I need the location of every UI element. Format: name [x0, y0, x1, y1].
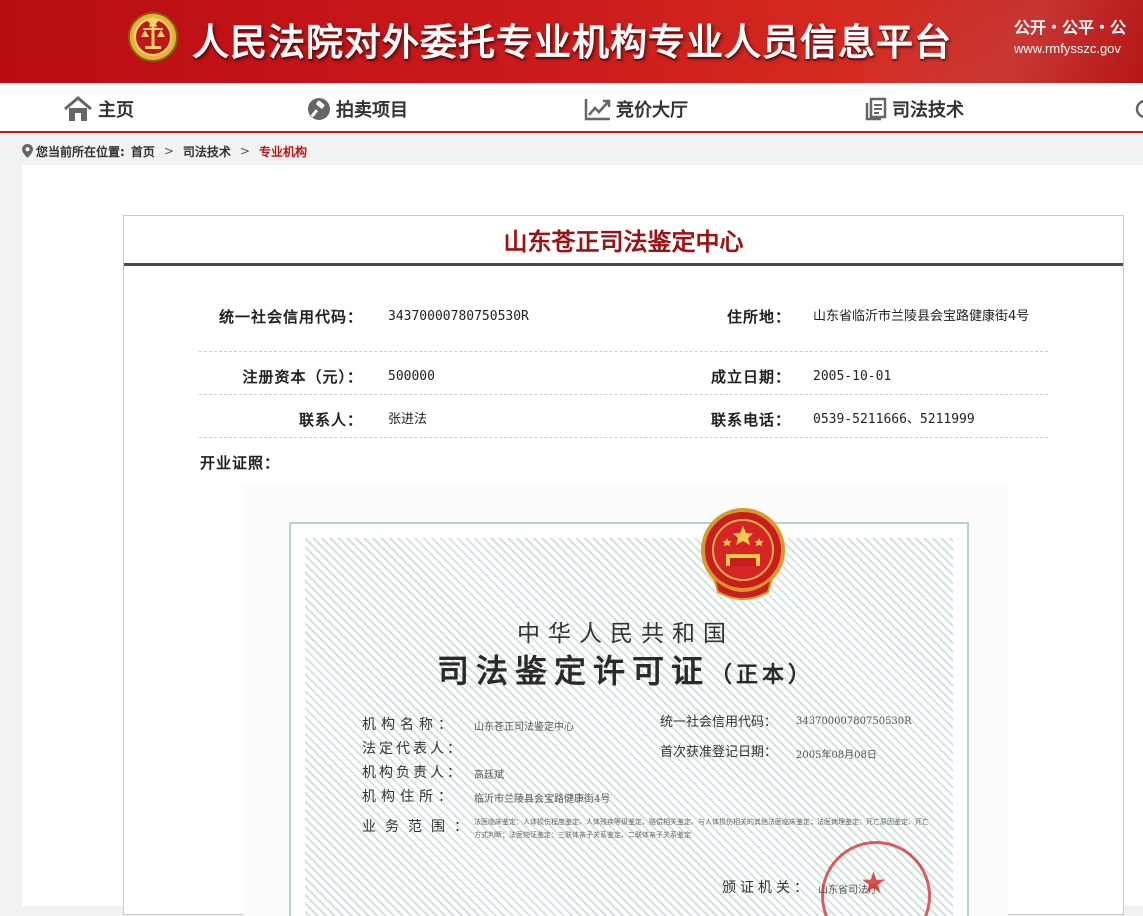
stamp-star-icon: ★ [860, 866, 887, 901]
site-title: 人民法院对外委托专业机构专业人员信息平台 [192, 21, 952, 64]
cert-credit-label: 统一社会信用代码： [660, 715, 778, 730]
nav-label-home: 主页 [98, 100, 134, 121]
breadcrumb-separator: > [239, 144, 250, 158]
site-slogan: 公开・公平・公 [1014, 18, 1127, 37]
certificate-title: 司法鉴定许可证（正本） [243, 646, 1008, 692]
institution-card: 山东苍正司法鉴定中心 统一社会信用代码： 34370000780750530R … [123, 215, 1124, 916]
contact-label: 联系人： [298, 411, 363, 429]
cert-issuer-label: 颁证机关： [722, 880, 812, 896]
breadcrumb-home-link[interactable]: 首页 [131, 143, 155, 160]
capital-label: 注册资本（元）： [242, 368, 363, 386]
cert-org-name-value: 山东苍正司法鉴定中心 [474, 722, 574, 733]
license-certificate-image: 中华人民共和国 司法鉴定许可证（正本） 机构名称： 山东苍正司法鉴定中心 法定代… [243, 486, 1008, 916]
breadcrumb-judicial-tech-link[interactable]: 司法技术 [183, 143, 231, 160]
court-emblem-icon [128, 12, 178, 62]
cert-scope-value: 法医临床鉴定：人体损伤程度鉴定、人体残疾等级鉴定、赔偿相关鉴定、与人体损伤相关的… [474, 818, 929, 839]
nav-label-bidding: 竞价大厅 [616, 100, 688, 121]
capital-value: 500000 [388, 369, 435, 384]
info-row-1: 统一社会信用代码： 34370000780750530R 住所地： 山东省临沂市… [199, 302, 1048, 352]
cert-legal-rep-label: 法定代表人： [362, 741, 464, 757]
founded-value: 2005-10-01 [813, 369, 892, 384]
breadcrumb-current: 专业机构 [258, 144, 307, 159]
cert-scope-label: 业务范围： [362, 819, 477, 835]
nav-item-bidding[interactable]: 竞价大厅 [584, 95, 688, 123]
credit-code-label: 统一社会信用代码： [218, 308, 363, 326]
founded-label: 成立日期： [710, 368, 791, 386]
breadcrumb-separator: > [163, 144, 174, 158]
cert-credit-value: 34370000780750530R [796, 716, 912, 727]
trend-chart-icon [584, 99, 611, 121]
info-row-3: 联系人： 张进法 联系电话： 0539-5211666、5211999 [199, 395, 1048, 438]
cert-address-label: 机构住所： [362, 789, 457, 805]
cert-org-name-label: 机构名称： [362, 717, 457, 733]
main-nav: 主页 拍卖项目 竞价大厅 司法技术 [0, 83, 1143, 133]
address-label: 住所地： [726, 308, 791, 326]
cert-head-value: 高廷斌 [474, 770, 504, 781]
cert-first-reg-label: 首次获准登记日期： [660, 745, 778, 760]
cert-first-reg-value: 2005年08月08日 [796, 750, 877, 761]
site-header: 人民法院对外委托专业机构专业人员信息平台 公开・公平・公 www.rmfyssz… [0, 0, 1143, 83]
breadcrumb: 您当前所在位置: 首页 > 司法技术 > 专业机构 [22, 141, 307, 161]
license-label: 开业证照： [200, 454, 281, 472]
phone-label: 联系电话： [710, 411, 791, 429]
more-nav-icon [1135, 99, 1143, 119]
certificate-title-suffix: （正本） [710, 662, 815, 688]
nav-item-home[interactable]: 主页 [63, 95, 134, 123]
breadcrumb-prefix: 您当前所在位置: [36, 144, 125, 159]
certificate-country: 中华人民共和国 [517, 621, 734, 647]
phone-value: 0539-5211666、5211999 [813, 412, 975, 427]
address-value: 山东省临沂市兰陵县会宝路健康街4号 [813, 309, 1030, 324]
nav-label-judicial-tech: 司法技术 [892, 100, 964, 121]
info-row-2: 注册资本（元）： 500000 成立日期： 2005-10-01 [199, 352, 1048, 395]
certificate-title-main: 司法鉴定许可证 [436, 652, 710, 690]
nav-item-more[interactable] [1135, 95, 1143, 123]
nav-label-auction: 拍卖项目 [336, 100, 408, 121]
nav-item-judicial-tech[interactable]: 司法技术 [865, 95, 964, 123]
home-icon [64, 96, 92, 121]
document-icon [865, 97, 887, 121]
nav-item-auction[interactable]: 拍卖项目 [307, 95, 408, 123]
cert-head-label: 机构负责人： [362, 765, 464, 781]
gavel-icon [308, 98, 330, 120]
national-emblem-icon [701, 508, 785, 600]
institution-name: 山东苍正司法鉴定中心 [124, 216, 1123, 266]
location-pin-icon [22, 144, 33, 158]
site-url: www.rmfysszc.gov [1014, 41, 1121, 56]
contact-value: 张进法 [388, 412, 428, 427]
cert-address-value: 临沂市兰陵县会宝路健康街4号 [474, 794, 611, 805]
credit-code-value: 34370000780750530R [388, 309, 529, 324]
